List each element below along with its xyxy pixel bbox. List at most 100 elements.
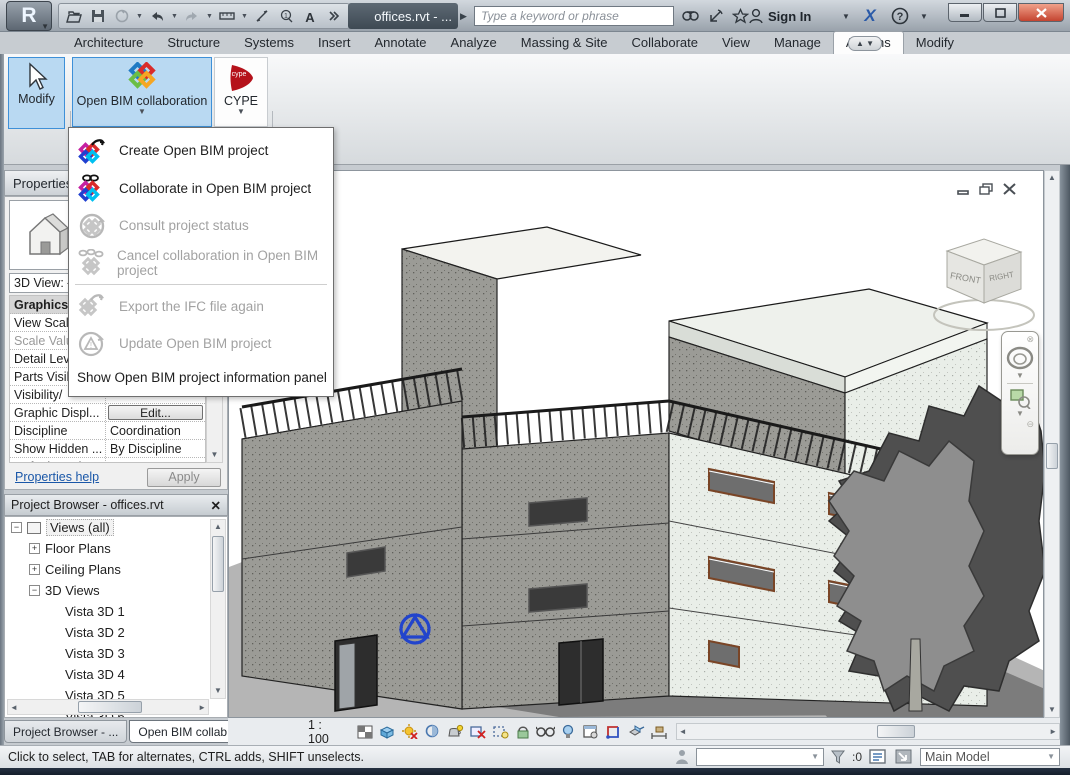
scroll-left-icon[interactable]: ◄	[679, 725, 687, 739]
filter-icon[interactable]	[830, 749, 846, 765]
apply-button[interactable]: Apply	[147, 468, 221, 487]
application-menu-button[interactable]: R ▼	[6, 1, 52, 31]
tab-manage[interactable]: Manage	[762, 32, 833, 54]
property-row-discipline[interactable]: DisciplineCoordination	[10, 422, 205, 440]
temporary-hide-isolate-icon[interactable]	[536, 722, 555, 741]
navbar-minimize-icon[interactable]: ⊖	[1002, 418, 1038, 430]
subscription-icon[interactable]	[704, 5, 728, 27]
open-bim-collaboration-button[interactable]: Open BIM collaboration ▼	[72, 57, 212, 127]
aligned-dimension-icon[interactable]	[251, 6, 273, 26]
detail-level-icon[interactable]	[355, 722, 374, 741]
navbar-close-icon[interactable]: ⊗	[1002, 332, 1038, 345]
project-browser-header[interactable]: Project Browser - offices.rvt ✕	[4, 494, 228, 516]
help-icon[interactable]: ?	[888, 5, 912, 27]
expand-icon[interactable]: +	[29, 543, 40, 554]
ribbon-collapse-button[interactable]: ▲ ▼	[848, 36, 882, 51]
menu-item-cancel-collaboration[interactable]: Cancel collaboration in Open BIM project	[69, 245, 333, 283]
tab-systems[interactable]: Systems	[232, 32, 306, 54]
view-scale-button[interactable]: 1 : 100	[300, 716, 351, 748]
tab-analyze[interactable]: Analyze	[439, 32, 509, 54]
modify-button[interactable]: Modify	[8, 57, 65, 129]
project-browser-hscrollbar[interactable]: ◄ ►	[7, 699, 209, 715]
collapse-icon[interactable]: −	[29, 585, 40, 596]
view-restore-icon[interactable]	[979, 183, 994, 195]
search-icon[interactable]	[678, 5, 702, 27]
view-close-icon[interactable]	[1002, 183, 1017, 195]
title-expand-icon[interactable]: ▶	[460, 8, 472, 24]
wheel-dropdown-icon[interactable]: ▼	[1002, 371, 1038, 380]
help-dropdown-icon[interactable]: ▼	[912, 5, 936, 27]
collapse-icon[interactable]: −	[11, 522, 22, 533]
cype-button[interactable]: cype CYPE ▼	[214, 57, 268, 127]
measure-dropdown-icon[interactable]: ▼	[240, 6, 249, 26]
save-icon[interactable]	[87, 6, 109, 26]
property-row-default-analysis[interactable]: Default Analy...None	[10, 458, 205, 463]
scroll-right-icon[interactable]: ►	[1049, 725, 1057, 739]
reveal-hidden-elements-icon[interactable]	[559, 722, 578, 741]
property-row-graphic-display[interactable]: Graphic Displ...Edit...	[10, 404, 205, 422]
menu-item-update-open-bim-project[interactable]: ! Update Open BIM project	[69, 325, 333, 363]
editable-only-icon[interactable]	[868, 748, 888, 766]
canvas-vscrollbar[interactable]: ▲ ▼	[1044, 170, 1060, 718]
tab-structure[interactable]: Structure	[155, 32, 232, 54]
sync-dropdown-icon[interactable]: ▼	[135, 6, 144, 26]
tree-item-vista-3d-3[interactable]: Vista 3D 3	[5, 643, 227, 664]
redo-dropdown-icon[interactable]: ▼	[205, 6, 214, 26]
tree-item-ceiling-plans[interactable]: + Ceiling Plans	[5, 559, 227, 580]
scroll-right-icon[interactable]: ►	[198, 701, 206, 715]
crop-view-icon[interactable]	[468, 722, 487, 741]
tab-architecture[interactable]: Architecture	[62, 32, 155, 54]
tree-item-views-all[interactable]: − Views (all)	[5, 517, 227, 538]
sync-icon[interactable]	[111, 6, 133, 26]
tab-modify[interactable]: Modify	[904, 32, 966, 54]
scroll-left-icon[interactable]: ◄	[10, 701, 18, 715]
qat-expand-icon[interactable]	[323, 6, 345, 26]
close-button[interactable]	[1018, 3, 1064, 22]
property-row-show-hidden-lines[interactable]: Show Hidden ...By Discipline	[10, 440, 205, 458]
menu-item-show-info-panel[interactable]: Show Open BIM project information panel	[69, 362, 333, 392]
tree-item-floor-plans[interactable]: + Floor Plans	[5, 538, 227, 559]
edit-button[interactable]: Edit...	[108, 405, 203, 420]
scroll-down-icon[interactable]: ▼	[211, 684, 225, 698]
zoom-icon[interactable]	[1008, 387, 1032, 409]
menu-item-collaborate-open-bim-project[interactable]: Collaborate in Open BIM project	[69, 170, 333, 208]
temporary-view-properties-icon[interactable]	[582, 722, 601, 741]
text-icon[interactable]: A	[299, 6, 321, 26]
locked-3d-icon[interactable]	[513, 722, 532, 741]
zoom-dropdown-icon[interactable]: ▼	[1002, 409, 1038, 418]
open-icon[interactable]	[63, 6, 85, 26]
viewcube[interactable]: FRONT RIGHT	[889, 223, 1044, 345]
expand-icon[interactable]: +	[29, 564, 40, 575]
undo-dropdown-icon[interactable]: ▼	[170, 6, 179, 26]
scroll-down-icon[interactable]: ▼	[207, 448, 222, 462]
menu-item-create-open-bim-project[interactable]: Create Open BIM project	[69, 132, 333, 170]
tree-item-vista-3d-2[interactable]: Vista 3D 2	[5, 622, 227, 643]
undo-icon[interactable]	[146, 6, 168, 26]
menu-item-consult-project-status[interactable]: Consult project status	[69, 207, 333, 245]
drawing-area-3d-view[interactable]: FRONT RIGHT ⊗ ▼ ▼ ⊖	[228, 170, 1044, 718]
rendering-icon[interactable]	[446, 722, 465, 741]
displacement-sets-icon[interactable]	[627, 722, 646, 741]
minimize-button[interactable]	[948, 3, 982, 22]
redo-icon[interactable]	[181, 6, 203, 26]
scroll-up-icon[interactable]: ▲	[211, 520, 225, 534]
view-minimize-icon[interactable]	[956, 183, 971, 195]
analytical-model-icon[interactable]	[604, 722, 623, 741]
crop-region-icon[interactable]	[491, 722, 510, 741]
tree-item-vista-3d-4[interactable]: Vista 3D 4	[5, 664, 227, 685]
tree-item-vista-3d-1[interactable]: Vista 3D 1	[5, 601, 227, 622]
sign-in-dropdown-icon[interactable]: ▼	[834, 5, 858, 27]
scroll-up-icon[interactable]: ▲	[1045, 171, 1059, 185]
tab-view[interactable]: View	[710, 32, 762, 54]
tab-massing-site[interactable]: Massing & Site	[509, 32, 620, 54]
sign-in-button[interactable]: Sign In	[748, 5, 811, 27]
reveal-constraints-icon[interactable]	[649, 722, 668, 741]
measure-icon[interactable]	[216, 6, 238, 26]
design-options-dropdown[interactable]: Main Model▼	[920, 748, 1060, 766]
worksets-dropdown[interactable]: ▼	[696, 748, 824, 766]
visual-style-icon[interactable]	[378, 722, 397, 741]
tab-insert[interactable]: Insert	[306, 32, 363, 54]
steering-wheel-icon[interactable]	[1005, 345, 1035, 371]
sun-path-icon[interactable]	[401, 722, 420, 741]
menu-item-export-ifc-again[interactable]: Export the IFC file again	[69, 287, 333, 325]
